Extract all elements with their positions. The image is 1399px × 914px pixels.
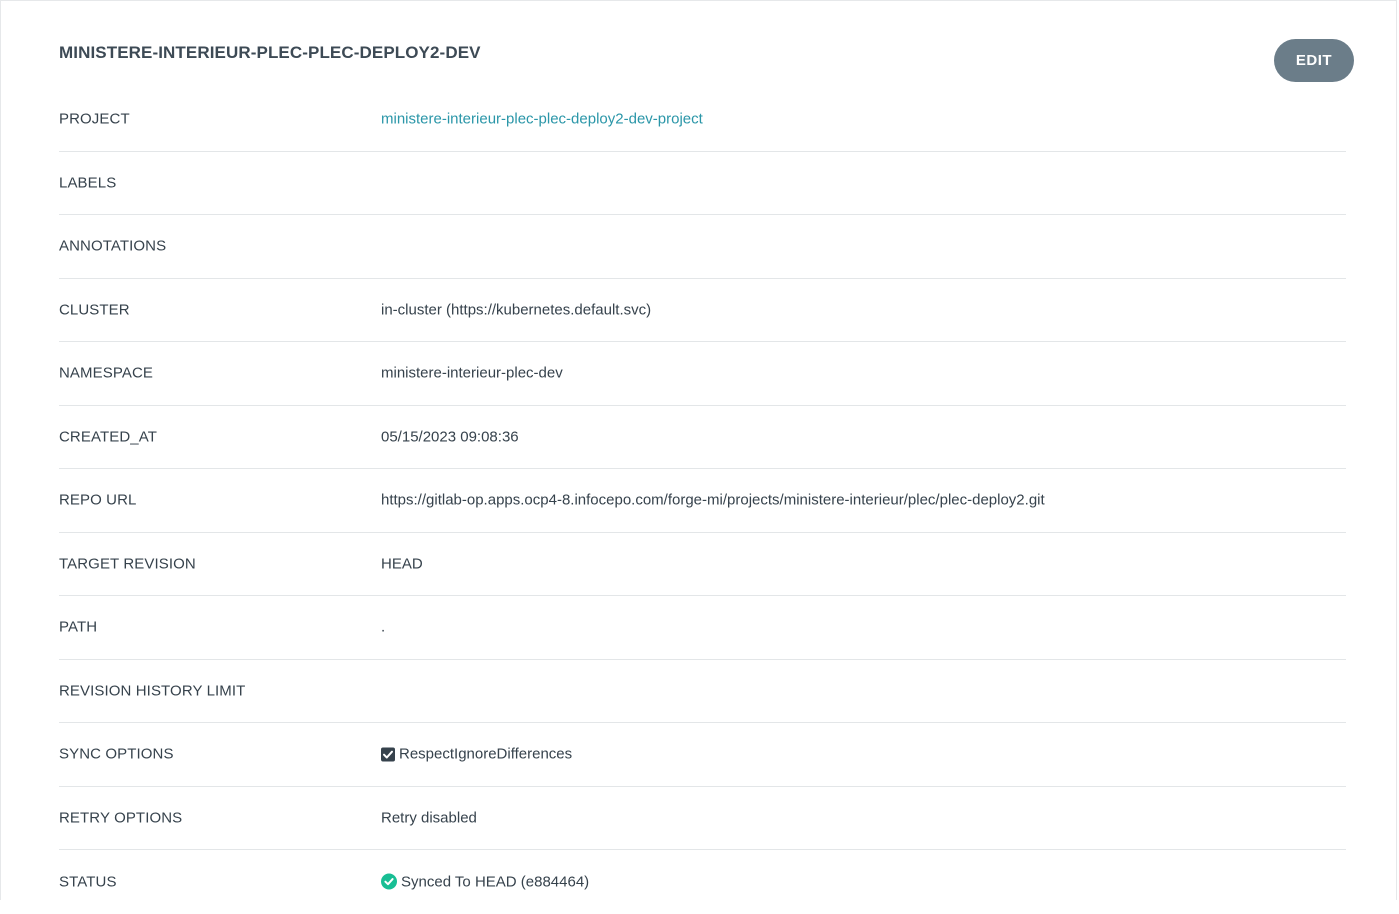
sync-options-value: RespectIgnoreDifferences (381, 746, 572, 763)
project-label: PROJECT (59, 110, 130, 128)
status-label: STATUS (59, 873, 117, 891)
status-text: Synced To HEAD (e884464) (401, 873, 590, 891)
checked-checkbox-icon[interactable] (381, 747, 395, 762)
created-at-value: 05/15/2023 09:08:36 (381, 428, 519, 446)
labels-label: LABELS (59, 174, 117, 192)
target-revision-label: TARGET REVISION (59, 555, 196, 573)
summary-table: PROJECT ministere-interieur-plec-plec-de… (59, 88, 1346, 914)
created-at-label: CREATED_AT (59, 428, 157, 446)
revision-history-limit-label: REVISION HISTORY LIMIT (59, 682, 246, 700)
namespace-value: ministere-interieur-plec-dev (381, 364, 563, 382)
page-title: MINISTERE-INTERIEUR-PLEC-PLEC-DEPLOY2-DE… (59, 43, 481, 62)
sync-options-label: SYNC OPTIONS (59, 745, 174, 763)
row-namespace: NAMESPACE ministere-interieur-plec-dev (59, 342, 1346, 406)
repo-url-value: https://gitlab-op.apps.ocp4-8.infocepo.c… (381, 491, 1045, 509)
row-created-at: CREATED_AT 05/15/2023 09:08:36 (59, 406, 1346, 469)
edit-button[interactable]: EDIT (1274, 39, 1354, 82)
retry-options-label: RETRY OPTIONS (59, 809, 183, 827)
project-value: ministere-interieur-plec-plec-deploy2-de… (381, 111, 703, 128)
row-revision-history-limit: REVISION HISTORY LIMIT (59, 660, 1346, 723)
path-label: PATH (59, 618, 98, 636)
project-link[interactable]: ministere-interieur-plec-plec-deploy2-de… (381, 111, 703, 128)
row-path: PATH . (59, 596, 1346, 660)
row-annotations: ANNOTATIONS (59, 215, 1346, 279)
row-status: STATUS Synced To HEAD (e884464) (59, 850, 1346, 914)
row-sync-options: SYNC OPTIONS RespectIgnoreDifferences (59, 723, 1346, 787)
row-project: PROJECT ministere-interieur-plec-plec-de… (59, 88, 1346, 152)
row-retry-options: RETRY OPTIONS Retry disabled (59, 787, 1346, 850)
namespace-label: NAMESPACE (59, 364, 153, 382)
row-labels: LABELS (59, 152, 1346, 215)
cluster-value: in-cluster (https://kubernetes.default.s… (381, 301, 652, 319)
check-circle-icon (381, 873, 397, 890)
row-repo-url: REPO URL https://gitlab-op.apps.ocp4-8.i… (59, 469, 1346, 533)
repo-url-label: REPO URL (59, 491, 137, 509)
retry-options-value: Retry disabled (381, 809, 477, 827)
application-summary-panel: MINISTERE-INTERIEUR-PLEC-PLEC-DEPLOY2-DE… (0, 0, 1397, 900)
row-target-revision: TARGET REVISION HEAD (59, 533, 1346, 596)
sync-option-text: RespectIgnoreDifferences (399, 745, 573, 763)
row-cluster: CLUSTER in-cluster (https://kubernetes.d… (59, 279, 1346, 342)
annotations-label: ANNOTATIONS (59, 237, 167, 255)
path-value: . (381, 618, 386, 636)
cluster-label: CLUSTER (59, 301, 130, 319)
status-value: Synced To HEAD (e884464) (381, 873, 589, 890)
target-revision-value: HEAD (381, 555, 423, 573)
